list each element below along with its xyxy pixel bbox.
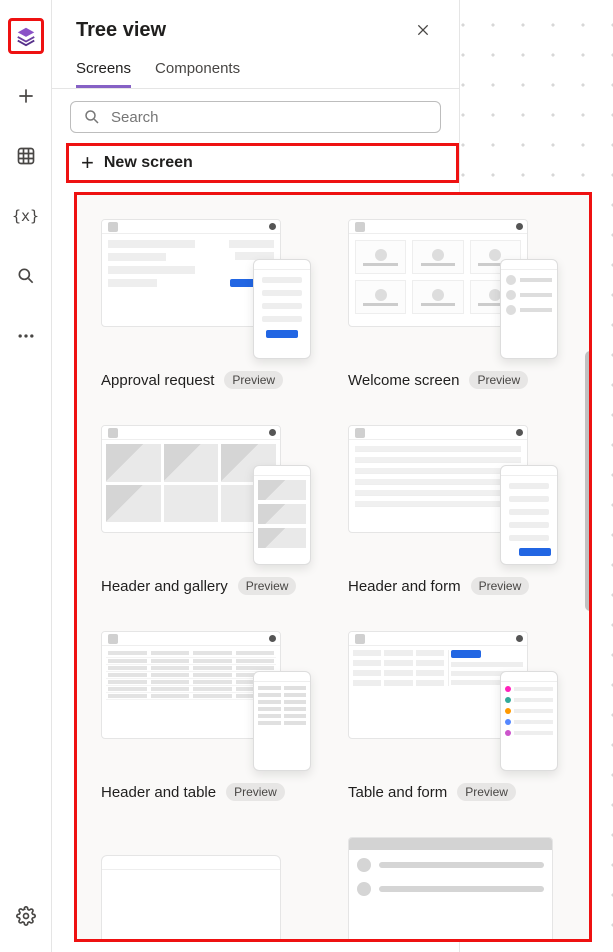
layers-icon[interactable] bbox=[8, 18, 44, 54]
template-header-and-gallery[interactable]: Header and gallery Preview bbox=[101, 425, 318, 595]
template-thumb-mobile bbox=[253, 465, 311, 565]
preview-badge: Preview bbox=[457, 783, 516, 801]
template-partial-left[interactable] bbox=[101, 837, 318, 939]
panel-title: Tree view bbox=[76, 19, 166, 42]
tab-components[interactable]: Components bbox=[155, 50, 240, 88]
search-icon bbox=[83, 108, 101, 126]
plus-icon[interactable] bbox=[8, 78, 44, 114]
template-thumb-mobile bbox=[500, 259, 558, 359]
preview-badge: Preview bbox=[469, 371, 528, 389]
preview-badge: Preview bbox=[224, 371, 283, 389]
template-header-and-form[interactable]: Header and form Preview bbox=[348, 425, 565, 595]
grid-icon[interactable] bbox=[8, 138, 44, 174]
tab-screens[interactable]: Screens bbox=[76, 50, 131, 88]
tabs: Screens Components bbox=[52, 50, 459, 89]
search-field[interactable] bbox=[111, 109, 428, 126]
template-thumb-mobile bbox=[253, 259, 311, 359]
left-rail: {x} bbox=[0, 0, 52, 952]
template-label: Header and gallery bbox=[101, 578, 228, 595]
template-welcome-screen[interactable]: Welcome screen Preview bbox=[348, 219, 565, 389]
more-icon[interactable] bbox=[8, 318, 44, 354]
template-label: Welcome screen bbox=[348, 372, 459, 389]
template-thumb bbox=[101, 855, 281, 939]
close-icon[interactable] bbox=[411, 18, 435, 42]
plus-icon: + bbox=[81, 152, 94, 174]
template-thumb-mobile bbox=[253, 671, 311, 771]
template-header-and-table[interactable]: Header and table Preview bbox=[101, 631, 318, 801]
template-table-and-form[interactable]: Table and form Preview bbox=[348, 631, 565, 801]
new-screen-gallery: Approval request Preview bbox=[74, 192, 592, 942]
search-input[interactable] bbox=[70, 101, 441, 133]
new-screen-button[interactable]: + New screen bbox=[66, 143, 459, 183]
template-partial-right[interactable] bbox=[348, 837, 565, 939]
template-thumb bbox=[348, 837, 553, 939]
template-approval-request[interactable]: Approval request Preview bbox=[101, 219, 318, 389]
template-label: Header and table bbox=[101, 784, 216, 801]
template-label: Table and form bbox=[348, 784, 447, 801]
scrollbar-thumb[interactable] bbox=[585, 351, 592, 611]
new-screen-label: New screen bbox=[104, 154, 193, 172]
variable-icon[interactable]: {x} bbox=[8, 198, 44, 234]
settings-icon[interactable] bbox=[8, 898, 44, 934]
preview-badge: Preview bbox=[471, 577, 530, 595]
template-label: Header and form bbox=[348, 578, 461, 595]
template-thumb-mobile bbox=[500, 465, 558, 565]
template-thumb-mobile bbox=[500, 671, 558, 771]
preview-badge: Preview bbox=[238, 577, 297, 595]
search-icon[interactable] bbox=[8, 258, 44, 294]
preview-badge: Preview bbox=[226, 783, 285, 801]
template-label: Approval request bbox=[101, 372, 214, 389]
